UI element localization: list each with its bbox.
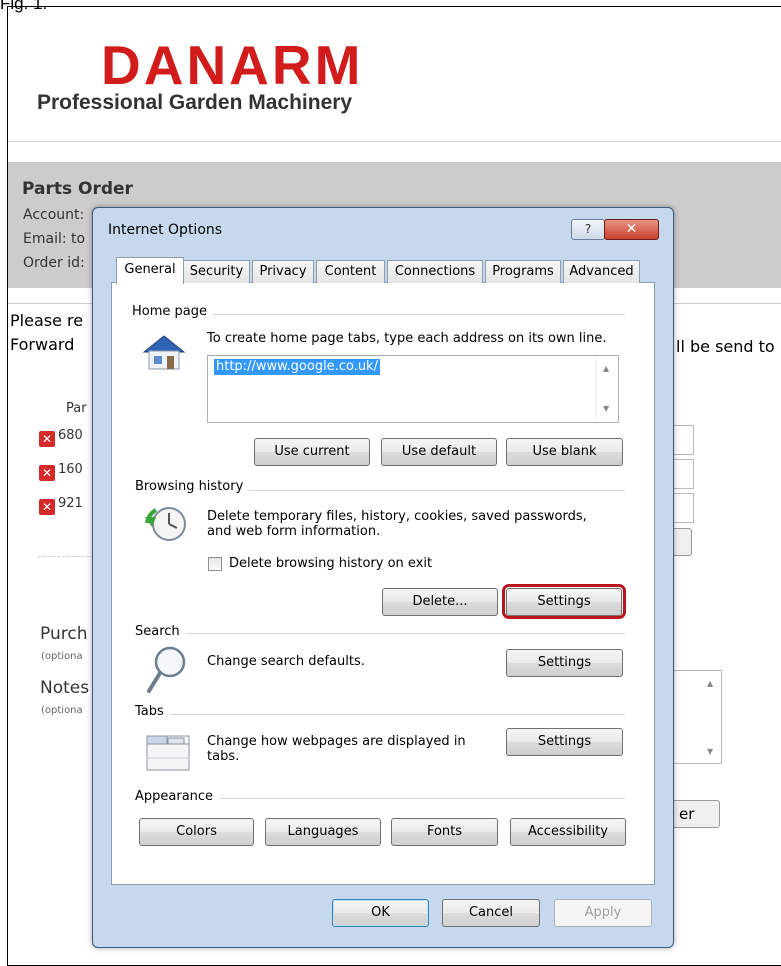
tab-general[interactable]: General: [116, 257, 184, 284]
order-title: Parts Order: [22, 179, 133, 199]
notes-textarea[interactable]: ▲ ▼: [672, 670, 722, 764]
brand-logo[interactable]: DANARM: [101, 38, 363, 93]
account-label: Account:: [23, 207, 85, 223]
scroll-up-icon[interactable]: ▲: [707, 679, 713, 688]
update-button[interactable]: [672, 528, 692, 556]
colors-button[interactable]: Colors: [139, 818, 254, 846]
home-icon: [140, 332, 188, 372]
appearance-section-label: Appearance: [135, 789, 220, 804]
help-button[interactable]: ?: [571, 219, 605, 240]
search-description: Change search defaults.: [207, 654, 365, 669]
tabs-description-line1: Change how webpages are displayed in: [207, 734, 466, 749]
email-label: Email: to: [23, 231, 86, 247]
use-default-button[interactable]: Use default: [381, 438, 497, 466]
fonts-button[interactable]: Fonts: [391, 818, 498, 846]
tabs-description-line2: tabs.: [207, 749, 240, 764]
use-blank-button[interactable]: Use blank: [506, 438, 623, 466]
order-id-label: Order id:: [23, 255, 85, 271]
part-number: 680: [58, 428, 83, 443]
history-description-line1: Delete temporary files, history, cookies…: [207, 509, 587, 524]
search-section-label: Search: [135, 624, 186, 639]
tabs-section-label: Tabs: [135, 704, 170, 719]
tabs-window-icon: [146, 734, 190, 772]
search-settings-button[interactable]: Settings: [506, 649, 623, 677]
notes-label: Notes: [40, 678, 90, 698]
purchase-label: Purch: [40, 624, 88, 644]
part-qty-input[interactable]: [672, 493, 694, 523]
brand-tagline: Professional Garden Machinery: [37, 91, 353, 114]
tab-privacy[interactable]: Privacy: [252, 260, 314, 283]
parts-separator: [38, 556, 94, 557]
remove-part-icon[interactable]: ✕: [39, 431, 55, 447]
tab-programs[interactable]: Programs: [485, 260, 561, 283]
tab-security[interactable]: Security: [183, 260, 250, 283]
delete-button[interactable]: Delete...: [382, 588, 498, 616]
textarea-scrollbar[interactable]: ▲ ▼: [596, 356, 618, 422]
home-page-url[interactable]: http://www.google.co.uk/: [214, 359, 380, 375]
settings-highlight: [502, 584, 626, 619]
part-number: 921: [58, 496, 83, 511]
languages-button[interactable]: Languages: [265, 818, 381, 846]
part-number: 160: [58, 462, 83, 477]
submit-order-button[interactable]: er: [672, 800, 720, 828]
part-qty-input[interactable]: [672, 425, 694, 455]
instructions-line1: Please re: [10, 311, 84, 330]
scroll-down-icon[interactable]: ▼: [603, 404, 609, 413]
instructions-line2-right: ll be send to: [676, 337, 775, 356]
use-current-button[interactable]: Use current: [254, 438, 370, 466]
accessibility-button[interactable]: Accessibility: [510, 818, 626, 846]
history-description-line2: and web form information.: [207, 524, 381, 539]
home-page-instruction: To create home page tabs, type each addr…: [207, 331, 607, 346]
tab-advanced[interactable]: Advanced: [563, 260, 640, 283]
delete-on-exit-label[interactable]: Delete browsing history on exit: [229, 556, 432, 572]
home-page-section-label: Home page: [132, 304, 213, 319]
tab-content[interactable]: Content: [316, 260, 385, 283]
parts-header: Par: [66, 401, 87, 416]
close-button[interactable]: ✕: [604, 219, 659, 240]
header-divider: [8, 141, 781, 142]
purchase-optional: (optiona: [41, 651, 83, 662]
instructions-line2: Forward: [10, 335, 75, 354]
scroll-up-icon[interactable]: ▲: [603, 364, 609, 373]
remove-part-icon[interactable]: ✕: [39, 499, 55, 515]
delete-on-exit-checkbox[interactable]: [208, 557, 222, 571]
cancel-button[interactable]: Cancel: [442, 899, 540, 927]
part-qty-input[interactable]: [672, 459, 694, 489]
scroll-down-icon[interactable]: ▼: [707, 747, 713, 756]
remove-part-icon[interactable]: ✕: [39, 465, 55, 481]
dialog-title: Internet Options: [108, 222, 223, 238]
apply-button[interactable]: Apply: [554, 899, 652, 927]
tab-connections[interactable]: Connections: [387, 260, 483, 283]
section-divider: [134, 633, 625, 634]
history-clock-icon: [144, 503, 188, 545]
magnifier-icon: [146, 645, 188, 695]
tabs-settings-button[interactable]: Settings: [506, 728, 623, 756]
notes-optional: (optiona: [41, 705, 83, 716]
browsing-history-section-label: Browsing history: [135, 479, 250, 494]
section-divider: [134, 714, 625, 715]
ok-button[interactable]: OK: [332, 899, 429, 927]
